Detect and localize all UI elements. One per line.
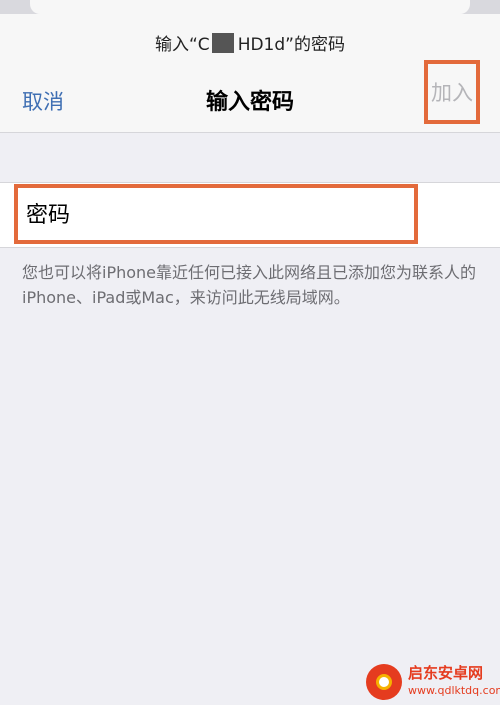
site-watermark: 启东安卓网 www.qdlktdq.com	[366, 662, 500, 702]
network-prompt-prefix: 输入“C	[155, 35, 210, 55]
footer-note: 您也可以将iPhone靠近任何已接入此网络且已添加您为联系人的iPhone、iP…	[22, 263, 477, 307]
watermark-logo-icon	[366, 664, 402, 700]
network-prompt: 输入“C HD1d”的密码	[0, 30, 500, 55]
network-prompt-suffix: HD1d”的密码	[237, 35, 345, 55]
redacted-network-name	[211, 33, 234, 53]
watermark-brand: 启东安卓网	[408, 664, 484, 682]
join-button[interactable]: 加入	[424, 60, 480, 124]
sheet-edge	[30, 0, 470, 14]
watermark-url: www.qdlktdq.com	[408, 684, 500, 697]
join-button-label: 加入	[431, 81, 473, 105]
password-input[interactable]	[24, 194, 408, 236]
nav-header: 输入“C HD1d”的密码 取消 输入密码 加入	[0, 14, 500, 133]
